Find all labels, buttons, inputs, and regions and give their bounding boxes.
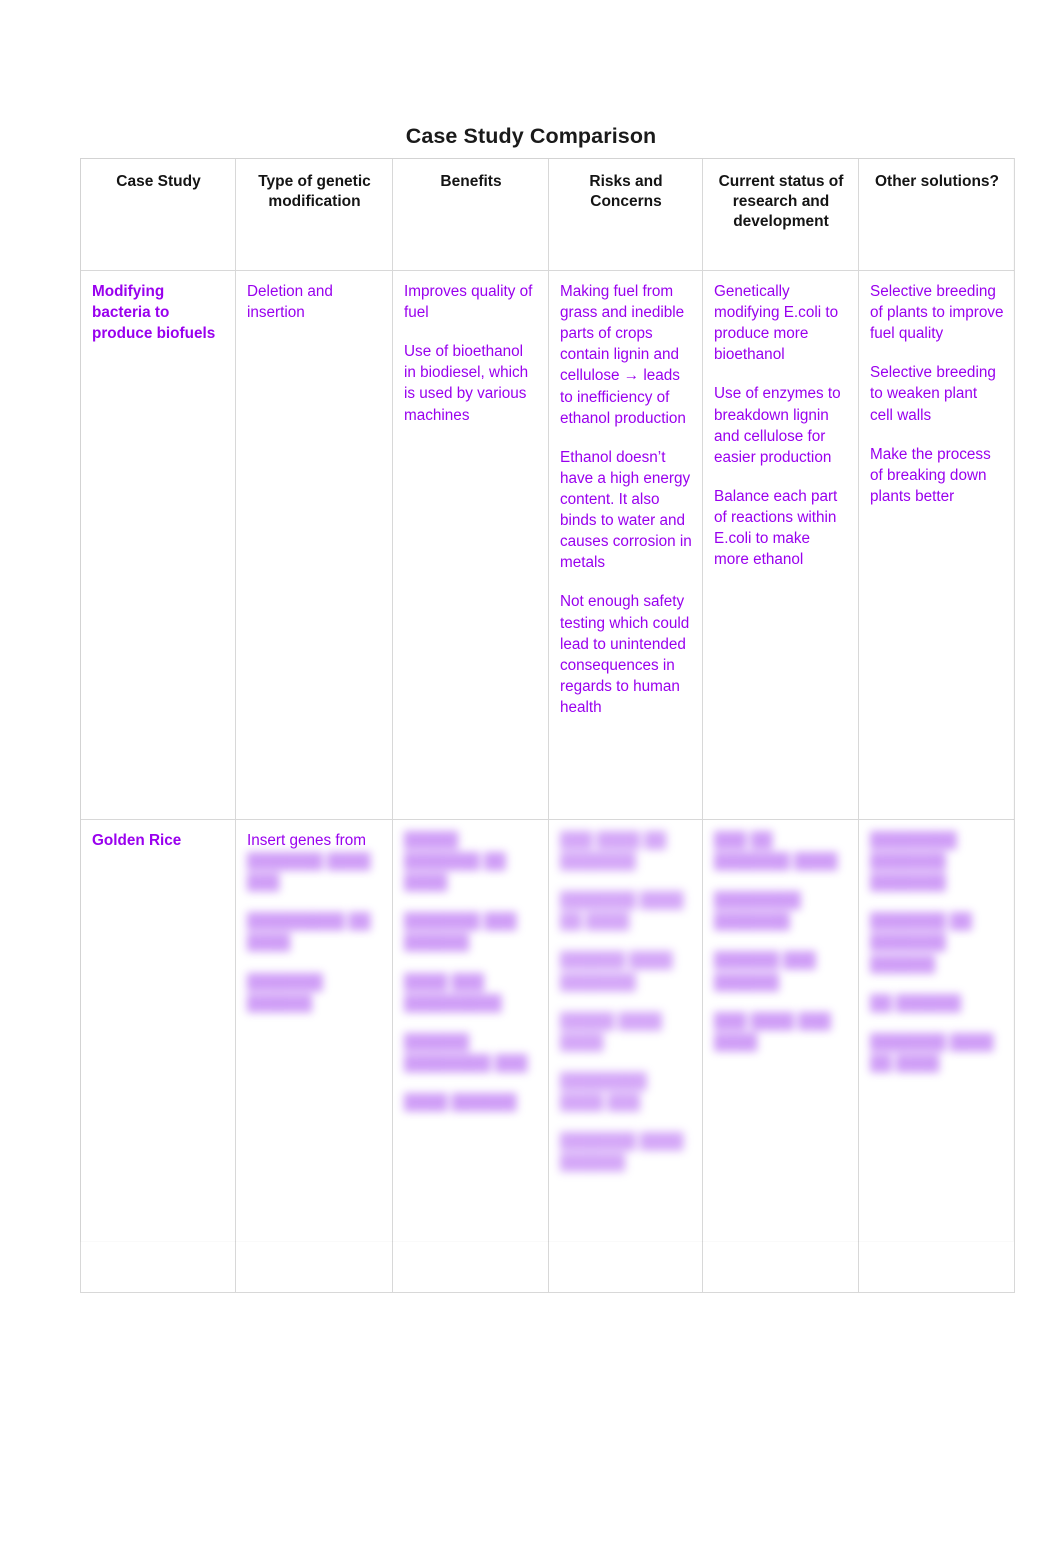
redacted-text: ██ ██████ xyxy=(870,994,961,1012)
redacted-text: ███████ ████ ██████ xyxy=(560,1133,684,1172)
paragraph: Ethanol doesn’t have a high energy conte… xyxy=(560,448,692,572)
redacted-text: ████ ██████ xyxy=(404,1093,517,1111)
cell-type-of-modification: Insert genes from ███████ ████ ███ █████… xyxy=(235,819,393,1293)
redacted-text: ███████ ██████ xyxy=(247,973,323,1012)
paragraph: Not enough safety testing which could le… xyxy=(560,593,690,716)
column-header-risks-and-concerns: Risks and Concerns xyxy=(548,158,703,271)
redacted-text: ████ ███ █████████ xyxy=(404,973,502,1012)
redacted-text: ██████ ████████ ███ xyxy=(404,1033,528,1072)
column-header-type-of-modification: Type of genetic modification xyxy=(235,158,393,271)
redacted-text: ███████ ██ ███████ ██████ xyxy=(870,913,972,973)
case-study-name: Modifying bacteria to produce biofuels xyxy=(92,283,216,343)
paragraph: Balance each part of reactions within E.… xyxy=(714,487,838,569)
column-header-benefits: Benefits xyxy=(392,158,549,271)
paragraph: Insert genes from xyxy=(247,832,367,849)
paragraph: Selective breeding of plants to improve … xyxy=(870,283,1004,343)
table-header-row: Case Study Type of genetic modification … xyxy=(80,158,1015,271)
cell-risks-and-concerns: Making fuel from grass and inedible part… xyxy=(548,270,703,820)
paragraph: Selective breeding to weaken plant cell … xyxy=(870,364,996,424)
paragraph: Improves quality of fuel xyxy=(404,283,533,322)
redacted-text: █████ ███████ ██ ████ xyxy=(404,832,506,892)
redacted-text: ██████ ███ ██████ xyxy=(714,952,816,991)
redacted-text: █████ ████ ████ xyxy=(560,1012,662,1051)
redacted-text: ███ ████ ██ ███████ xyxy=(560,832,667,871)
document-page: Case Study Comparison Case Study Type of… xyxy=(0,0,1062,1556)
cell-type-of-modification: Deletion and insertion xyxy=(235,270,393,820)
cell-case-study: Modifying bacteria to produce biofuels xyxy=(80,270,236,820)
redacted-text: ███ ██ ███████ ████ xyxy=(714,832,838,871)
cell-current-status: Genetically modifying E.coli to produce … xyxy=(702,270,859,820)
table-row: Modifying bacteria to produce biofuels D… xyxy=(80,270,1015,820)
column-header-current-status: Current status of research and developme… xyxy=(702,158,859,271)
redacted-text: ████████ ███████ ███████ xyxy=(870,832,957,892)
redacted-text: ████████ ████ ███ xyxy=(560,1072,647,1111)
redacted-text: █████████ ██ ████ xyxy=(247,913,371,952)
redacted-text: ███ ████ ███ ████ xyxy=(714,1012,831,1051)
cell-risks-and-concerns: ███ ████ ██ ███████ ███████ ████ ██ ████… xyxy=(548,819,703,1293)
case-study-name: Golden Rice xyxy=(92,832,182,849)
redacted-text: ██████ ████ ███████ xyxy=(560,952,673,991)
page-title: Case Study Comparison xyxy=(405,124,657,148)
cell-current-status: ███ ██ ███████ ████ ████████ ███████ ███… xyxy=(702,819,859,1293)
column-header-case-study: Case Study xyxy=(80,158,236,271)
table-header: Case Study Type of genetic modification … xyxy=(80,158,1015,271)
cell-other-solutions: Selective breeding of plants to improve … xyxy=(858,270,1015,820)
paragraph: Making fuel from grass and inedible part… xyxy=(560,283,686,427)
column-header-other-solutions: Other solutions? xyxy=(858,158,1015,271)
table-body: Modifying bacteria to produce biofuels D… xyxy=(80,270,1015,1293)
paragraph: Deletion and insertion xyxy=(247,283,333,322)
redacted-text: ███████ ████ ███ xyxy=(247,853,371,892)
redacted-text: ████████ ███████ xyxy=(714,892,801,931)
redacted-text: ███████ ████ ██ ████ xyxy=(560,892,684,931)
redacted-text: ███████ ███ ██████ xyxy=(404,913,517,952)
cell-other-solutions: ████████ ███████ ███████ ███████ ██ ████… xyxy=(858,819,1015,1293)
comparison-table-container: Case Study Type of genetic modification … xyxy=(80,158,1015,1293)
paragraph: Use of bioethanol in biodiesel, which is… xyxy=(404,343,529,424)
paragraph: Make the process of breaking down plants… xyxy=(870,445,991,505)
case-study-comparison-table: Case Study Type of genetic modification … xyxy=(80,158,1015,1293)
cell-case-study: Golden Rice xyxy=(80,819,236,1293)
cell-benefits: █████ ███████ ██ ████ ███████ ███ ██████… xyxy=(392,819,549,1293)
cell-benefits: Improves quality of fuel Use of bioethan… xyxy=(392,270,549,820)
redacted-text: ███████ ████ ██ ████ xyxy=(870,1033,994,1072)
table-row: Golden Rice Insert genes from ███████ ██… xyxy=(80,819,1015,1293)
paragraph: Use of enzymes to breakdown lignin and c… xyxy=(714,385,841,466)
paragraph: Genetically modifying E.coli to produce … xyxy=(714,283,839,364)
